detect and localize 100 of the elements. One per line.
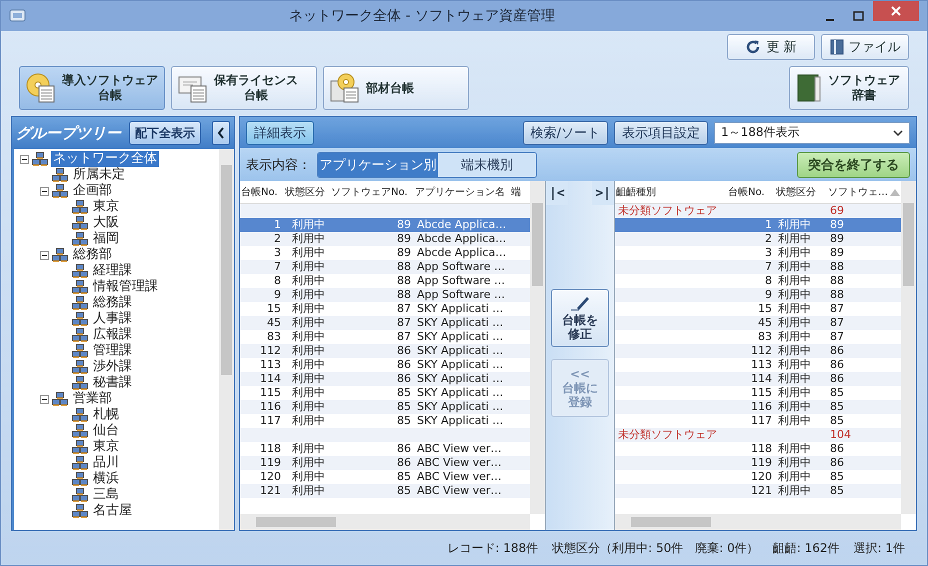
table-row[interactable]: 118 利用中 86 — [615, 442, 901, 456]
tree-item[interactable]: 所属未定 — [71, 167, 127, 183]
tree-item[interactable]: 渉外課 — [91, 359, 134, 375]
last-button[interactable]: >| — [592, 181, 614, 205]
table-row[interactable]: 120 利用中 85 ABC View ver… — [240, 470, 530, 484]
tree-item[interactable]: 広報課 — [91, 327, 134, 343]
computers-icon — [72, 408, 88, 422]
tree-item[interactable]: 福岡 — [91, 231, 121, 247]
finish-button[interactable]: 突合を終了する — [797, 152, 910, 178]
tree-item[interactable]: 札幌 — [91, 407, 121, 423]
range-dropdown[interactable]: 1～188件表示 — [714, 122, 910, 144]
column-settings-button[interactable]: 表示項目設定 — [614, 120, 708, 144]
table-row[interactable]: 7 利用中 88 — [615, 260, 901, 274]
table-row[interactable]: 114 利用中 86 SKY Applicati … — [240, 372, 530, 386]
table-row[interactable]: 112 利用中 86 SKY Applicati … — [240, 344, 530, 358]
tree-item[interactable]: 横浜 — [91, 471, 121, 487]
table-row[interactable]: 121 利用中 85 — [615, 484, 901, 498]
table-row[interactable]: 1 利用中 89 — [615, 218, 901, 232]
horizontal-scrollbar[interactable] — [615, 514, 901, 530]
column-header[interactable]: 台帳No. — [240, 185, 284, 199]
column-header[interactable]: ソフトウェアNo. — [330, 185, 414, 199]
tree-item[interactable]: 秘書課 — [91, 375, 134, 391]
table-row[interactable]: 115 利用中 85 SKY Applicati … — [240, 386, 530, 400]
table-row[interactable]: 116 利用中 85 — [615, 400, 901, 414]
table-row[interactable]: 113 利用中 86 SKY Applicati … — [240, 358, 530, 372]
toolbar-button[interactable]: 更 新 — [727, 34, 815, 60]
column-header[interactable]: 台帳No. — [727, 185, 775, 199]
view-tab[interactable]: アプリケーション別 — [318, 152, 438, 176]
edit-ledger-button[interactable]: 台帳を 修正 — [551, 289, 609, 347]
table-row[interactable]: 9 利用中 88 — [615, 288, 901, 302]
table-row[interactable]: 83 利用中 87 — [615, 330, 901, 344]
ledger-button[interactable]: 導入ソフトウェア 台帳 — [19, 66, 165, 110]
collapse-icon[interactable] — [40, 186, 49, 196]
table-row[interactable]: 7 利用中 88 App Software … — [240, 260, 530, 274]
show-all-button[interactable]: 配下全表示 — [129, 121, 201, 145]
table-row[interactable]: 45 利用中 87 — [615, 316, 901, 330]
column-header[interactable]: アプリケーション名 — [414, 185, 510, 199]
collapse-panel-button[interactable] — [212, 121, 230, 145]
table-row[interactable]: 117 利用中 85 SKY Applicati … — [240, 414, 530, 428]
table-cell-text: 85 — [829, 484, 845, 498]
table-row[interactable]: 9 利用中 88 App Software … — [240, 288, 530, 302]
collapse-icon[interactable] — [40, 250, 49, 260]
tree-item[interactable]: 人事課 — [91, 311, 134, 327]
table-row[interactable]: 114 利用中 86 — [615, 372, 901, 386]
collapse-icon[interactable] — [20, 154, 29, 164]
column-header[interactable]: 端 — [510, 185, 526, 199]
table-row[interactable]: 117 利用中 85 — [615, 414, 901, 428]
column-header[interactable]: 状態区分 — [284, 185, 330, 199]
table-row[interactable]: 116 利用中 85 SKY Applicati … — [240, 400, 530, 414]
tree-item[interactable]: 総務部 — [71, 247, 114, 263]
collapse-icon[interactable] — [40, 394, 49, 404]
table-row[interactable]: 15 利用中 87 SKY Applicati … — [240, 302, 530, 316]
tree-item[interactable]: 経理課 — [91, 263, 134, 279]
vertical-scrollbar[interactable] — [530, 181, 545, 514]
vertical-scrollbar[interactable] — [901, 181, 916, 514]
table-row[interactable]: 83 利用中 87 SKY Applicati … — [240, 330, 530, 344]
table-row[interactable]: 3 利用中 89 Abcde Applica… — [240, 246, 530, 260]
table-row[interactable]: 115 利用中 85 — [615, 386, 901, 400]
tree-item[interactable]: 総務課 — [91, 295, 134, 311]
table-row[interactable]: 113 利用中 86 — [615, 358, 901, 372]
table-row[interactable]: 119 利用中 86 — [615, 456, 901, 470]
tree-item[interactable]: 管理課 — [91, 343, 134, 359]
table-row[interactable]: 2 利用中 89 — [615, 232, 901, 246]
table-row[interactable]: 8 利用中 88 App Software … — [240, 274, 530, 288]
table-row[interactable]: 118 利用中 86 ABC View ver… — [240, 442, 530, 456]
tree-item[interactable]: 東京 — [91, 439, 121, 455]
first-button[interactable]: |< — [546, 181, 568, 205]
table-row[interactable]: 2 利用中 89 Abcde Applica… — [240, 232, 530, 246]
column-header[interactable]: 齟齬種別 — [615, 185, 727, 199]
tree-item[interactable]: 情報管理課 — [91, 279, 160, 295]
search-sort-button[interactable]: 検索/ソート — [522, 120, 608, 144]
tree-item[interactable]: 名古屋 — [91, 503, 134, 519]
close-button[interactable] — [873, 1, 919, 21]
column-header[interactable]: ソフトウェ… — [827, 185, 901, 199]
column-header[interactable]: 状態区分 — [775, 185, 827, 199]
dictionary-button[interactable]: ソフトウェア 辞書 — [789, 66, 909, 110]
toolbar-button[interactable]: ファイル — [821, 34, 909, 60]
view-tab[interactable]: 端末機別 — [438, 152, 536, 176]
table-row[interactable]: 1 利用中 89 Abcde Applica… — [240, 218, 530, 232]
table-row[interactable]: 112 利用中 86 — [615, 344, 901, 358]
tree-item[interactable]: 営業部 — [71, 391, 114, 407]
horizontal-scrollbar[interactable] — [240, 514, 530, 530]
tree-item[interactable]: ネットワーク全体 — [51, 151, 159, 167]
tree-item[interactable]: 東京 — [91, 199, 121, 215]
tree-item[interactable]: 大阪 — [91, 215, 121, 231]
tree-item[interactable]: 三島 — [91, 487, 121, 503]
tree-item[interactable]: 仙台 — [91, 423, 121, 439]
table-row[interactable]: 120 利用中 85 — [615, 470, 901, 484]
table-row[interactable]: 121 利用中 85 ABC View ver… — [240, 484, 530, 498]
table-row[interactable]: 8 利用中 88 — [615, 274, 901, 288]
table-row[interactable]: 45 利用中 87 SKY Applicati … — [240, 316, 530, 330]
table-row[interactable]: 119 利用中 86 ABC View ver… — [240, 456, 530, 470]
detail-view-button[interactable]: 詳細表示 — [246, 120, 314, 144]
ledger-button[interactable]: 保有ライセンス 台帳 — [171, 66, 317, 110]
ledger-button[interactable]: 部材台帳 — [323, 66, 469, 110]
vertical-scrollbar[interactable] — [219, 149, 234, 530]
tree-item[interactable]: 品川 — [91, 455, 121, 471]
table-row[interactable]: 3 利用中 89 — [615, 246, 901, 260]
table-row[interactable]: 15 利用中 87 — [615, 302, 901, 316]
tree-item[interactable]: 企画部 — [71, 183, 114, 199]
